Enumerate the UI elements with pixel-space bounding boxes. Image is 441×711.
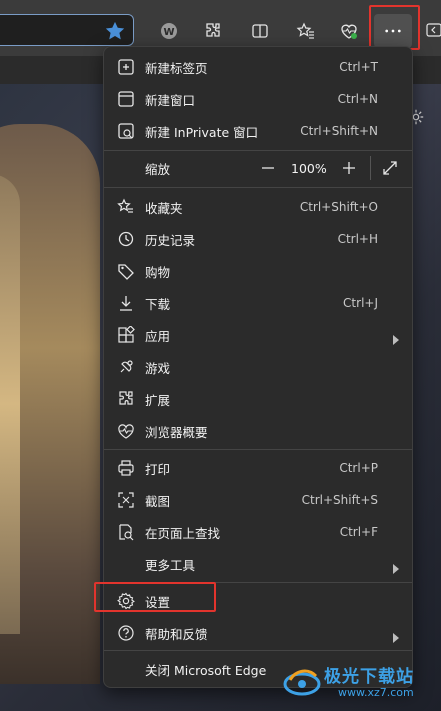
profile-extension-icon[interactable]: W [156,18,182,44]
zoom-out-button[interactable] [259,159,277,177]
help-icon [117,624,135,642]
favorites-icon [117,198,135,216]
download-icon [117,294,135,312]
menu-item-shortcut: Ctrl+P [339,461,378,475]
print-icon [117,459,135,477]
watermark-text: 极光下载站 [324,667,414,687]
background-arch-light [0,174,20,634]
menu-item-find-on-page[interactable]: 在页面上查找 Ctrl+F [104,516,412,548]
menu-item-extensions[interactable]: 扩展 [104,383,412,415]
menu-item-new-inprivate-window[interactable]: 新建 InPrivate 窗口 Ctrl+Shift+N [104,115,412,147]
extensions-icon [117,390,135,408]
menu-item-label: 截图 [145,493,171,509]
menu-item-apps[interactable]: 应用 [104,319,412,351]
chevron-right-icon [392,628,400,643]
history-icon [117,230,135,248]
shopping-tag-icon [117,262,135,280]
more-button-highlight-box [369,5,420,50]
new-tab-icon [117,58,135,76]
menu-item-label: 新建 InPrivate 窗口 [145,124,259,140]
menu-item-history[interactable]: 历史记录 Ctrl+H [104,223,412,255]
split-screen-icon[interactable] [247,18,273,44]
zoom-divider [370,156,371,180]
screenshot-icon [117,491,135,509]
games-icon [117,358,135,376]
menu-divider [104,187,412,188]
menu-item-shortcut: Ctrl+J [343,296,378,310]
menu-item-games[interactable]: 游戏 [104,351,412,383]
menu-item-downloads[interactable]: 下载 Ctrl+J [104,287,412,319]
menu-divider [104,150,412,151]
menu-item-zoom: 缩放 100% [104,152,412,184]
menu-item-shortcut: Ctrl+Shift+O [299,200,378,214]
browser-essentials-icon[interactable] [336,18,362,44]
settings-highlight-box [94,582,216,612]
menu-item-new-tab[interactable]: 新建标签页 Ctrl+T [104,51,412,83]
menu-item-label: 帮助和反馈 [145,626,208,642]
favorites-bar-icon[interactable] [293,18,319,44]
find-icon [117,523,135,541]
menu-item-label: 在页面上查找 [145,525,221,541]
menu-item-label: 购物 [145,264,171,280]
menu-item-label: 打印 [145,461,171,477]
menu-item-new-window[interactable]: 新建窗口 Ctrl+N [104,83,412,115]
watermark: 极光下载站 www.xz7.com [280,660,440,704]
favorite-star-icon[interactable] [104,20,126,42]
menu-item-screenshot[interactable]: 截图 Ctrl+Shift+S [104,484,412,516]
menu-item-label: 缩放 [145,161,171,177]
menu-item-label: 应用 [145,328,171,344]
watermark-logo-icon [283,669,321,696]
sidebar-toggle-icon[interactable] [426,22,441,38]
menu-divider [104,650,412,651]
menu-item-shortcut: Ctrl+T [339,60,378,74]
extensions-icon[interactable] [200,18,226,44]
menu-item-print[interactable]: 打印 Ctrl+P [104,452,412,484]
menu-item-shortcut: Ctrl+Shift+S [301,493,378,507]
menu-item-shortcut: Ctrl+Shift+N [300,124,378,138]
menu-divider [104,449,412,450]
browser-essentials-icon [117,422,135,440]
menu-item-shortcut: Ctrl+N [337,92,378,106]
menu-item-label: 下载 [145,296,171,312]
chevron-right-icon [392,330,400,345]
menu-item-label: 历史记录 [145,232,196,248]
menu-item-help-feedback[interactable]: 帮助和反馈 [104,617,412,649]
zoom-level: 100% [291,160,327,176]
menu-item-more-tools[interactable]: 更多工具 [104,548,412,580]
menu-item-shortcut: Ctrl+F [339,525,378,539]
menu-item-label: 新建窗口 [145,92,196,108]
menu-item-label: 扩展 [145,392,171,408]
menu-item-shopping[interactable]: 购物 [104,255,412,287]
menu-item-label: 游戏 [145,360,171,376]
menu-item-label: 关闭 Microsoft Edge [145,662,267,678]
menu-item-label: 收藏夹 [145,200,183,216]
chevron-right-icon [392,559,400,574]
watermark-url: www.xz7.com [338,686,414,699]
profile-letter: W [163,27,174,38]
fullscreen-icon[interactable] [381,159,399,177]
new-window-icon [117,90,135,108]
menu-item-shortcut: Ctrl+H [337,232,378,246]
inprivate-icon [117,122,135,140]
menu-item-label: 新建标签页 [145,60,208,76]
zoom-in-button[interactable] [340,159,358,177]
menu-item-label: 更多工具 [145,557,196,573]
menu-item-label: 浏览器概要 [145,424,208,440]
menu-item-favorites[interactable]: 收藏夹 Ctrl+Shift+O [104,191,412,223]
apps-icon [117,325,135,344]
menu-item-browser-essentials[interactable]: 浏览器概要 [104,415,412,447]
